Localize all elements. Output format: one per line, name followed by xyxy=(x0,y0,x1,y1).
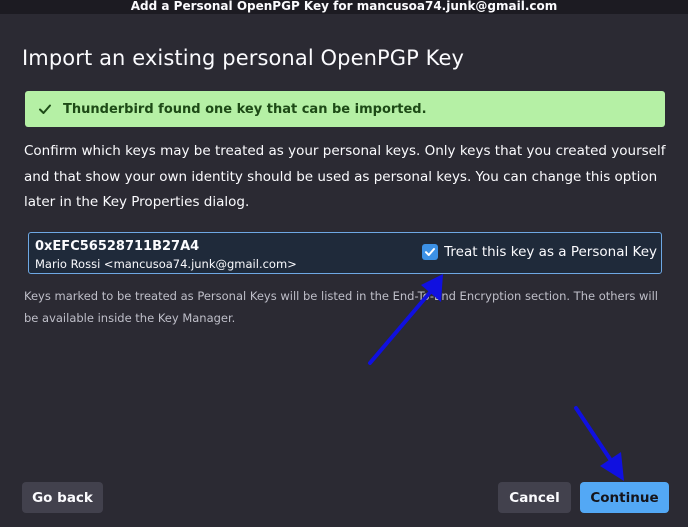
key-id: 0xEFC56528711B27A4 xyxy=(35,239,200,254)
personal-keys-note: Keys marked to be treated as Personal Ke… xyxy=(24,289,658,325)
continue-button[interactable]: Continue xyxy=(580,482,669,513)
arrow-to-continue xyxy=(574,406,624,481)
cancel-button[interactable]: Cancel xyxy=(498,482,571,513)
personal-key-checkbox-row[interactable]: Treat this key as a Personal Key xyxy=(422,244,657,260)
key-user-identity: Mario Rossi <mancusoa74.junk@gmail.com> xyxy=(35,257,297,271)
banner-text: Thunderbird found one key that can be im… xyxy=(63,101,427,117)
success-banner: Thunderbird found one key that can be im… xyxy=(25,91,665,127)
personal-key-checkbox-label: Treat this key as a Personal Key xyxy=(444,244,657,260)
go-back-button[interactable]: Go back xyxy=(22,482,103,513)
page-title: Import an existing personal OpenPGP Key xyxy=(22,46,465,70)
personal-key-checkbox[interactable] xyxy=(422,244,439,260)
check-icon xyxy=(39,104,51,114)
description-text: Confirm which keys may be treated as you… xyxy=(24,143,666,210)
window-title: Add a Personal OpenPGP Key for mancusoa7… xyxy=(0,0,688,14)
checkmark-icon xyxy=(425,248,436,256)
key-list-item[interactable]: 0xEFC56528711B27A4 Mario Rossi <mancusoa… xyxy=(28,232,662,274)
